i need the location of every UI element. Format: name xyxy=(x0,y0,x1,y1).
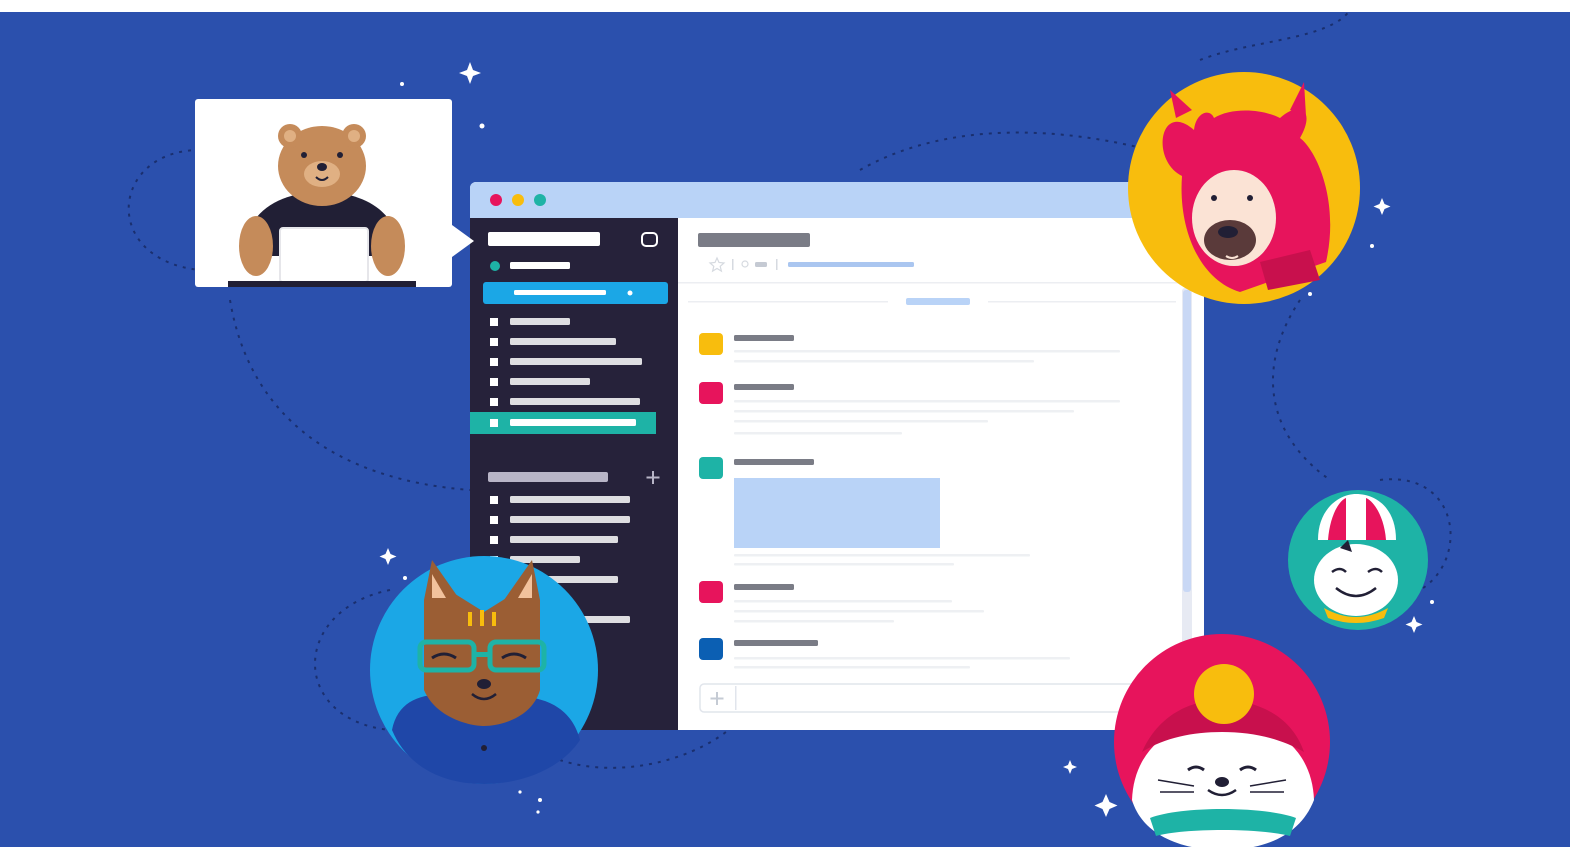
sidebar-item[interactable] xyxy=(490,496,630,504)
message-author xyxy=(734,584,794,590)
message-line xyxy=(734,410,1074,413)
seal-with-beanie xyxy=(1114,634,1330,847)
date-divider-label xyxy=(906,298,970,305)
date-divider-line xyxy=(688,301,888,303)
pink-llama xyxy=(1128,72,1360,304)
section-header[interactable] xyxy=(488,472,608,482)
sparkle-icon xyxy=(400,82,404,86)
message-author xyxy=(734,335,794,341)
message-author xyxy=(734,459,814,465)
sparkle-icon xyxy=(403,576,407,580)
avatar xyxy=(699,581,723,603)
sparkle-icon xyxy=(1370,244,1374,248)
sparkle-icon xyxy=(518,790,522,794)
message-line xyxy=(734,432,902,435)
message-line xyxy=(734,400,1120,403)
message-line xyxy=(734,420,988,423)
message-author xyxy=(734,384,794,390)
header-divider xyxy=(732,259,734,270)
avatar xyxy=(699,638,723,660)
avatar xyxy=(699,333,723,355)
sidebar-item-active[interactable] xyxy=(470,412,656,434)
header-divider xyxy=(776,259,778,270)
sidebar-item[interactable] xyxy=(490,516,630,524)
sparkle-icon xyxy=(1430,600,1434,604)
date-divider-line xyxy=(988,301,1176,303)
sparkle-icon xyxy=(538,798,542,802)
header-border xyxy=(678,282,1204,284)
message-line xyxy=(734,610,984,613)
avatar xyxy=(699,457,723,479)
message-line xyxy=(734,563,954,566)
composer-box[interactable] xyxy=(699,683,1177,713)
bunny-with-hat xyxy=(1288,490,1428,630)
message-line xyxy=(734,600,952,603)
sidebar-item[interactable] xyxy=(490,358,642,366)
sidebar-item[interactable] xyxy=(490,398,640,406)
jump-to-indicator-icon xyxy=(627,290,633,296)
workspace-name[interactable] xyxy=(488,232,600,246)
cat-with-glasses xyxy=(370,556,598,784)
slack-illustration xyxy=(0,0,1577,847)
composer-divider xyxy=(735,686,737,710)
bear-card xyxy=(195,99,474,287)
message-author xyxy=(734,640,818,646)
window-titlebar xyxy=(470,182,1204,218)
message-composer[interactable] xyxy=(699,683,1177,713)
sparkle-icon xyxy=(479,123,485,129)
channel-topic xyxy=(788,262,914,267)
message-line xyxy=(734,620,894,623)
member-count xyxy=(755,262,767,267)
message-line xyxy=(734,350,1120,353)
status-dot-icon xyxy=(490,261,500,271)
message-line xyxy=(734,360,1034,363)
sparkle-icon xyxy=(1308,292,1312,296)
user-name xyxy=(510,262,570,269)
scrollbar-thumb[interactable] xyxy=(1183,290,1191,592)
message-line xyxy=(734,657,1070,660)
message-line xyxy=(734,554,1030,557)
message-line xyxy=(734,666,970,669)
close-dot-icon[interactable] xyxy=(490,194,502,206)
message-attachment[interactable] xyxy=(734,478,940,548)
maximize-dot-icon[interactable] xyxy=(534,194,546,206)
channel-title xyxy=(698,233,810,247)
jump-to-label xyxy=(514,290,606,295)
sparkle-icon xyxy=(536,810,540,814)
minimize-dot-icon[interactable] xyxy=(512,194,524,206)
avatar xyxy=(699,382,723,404)
